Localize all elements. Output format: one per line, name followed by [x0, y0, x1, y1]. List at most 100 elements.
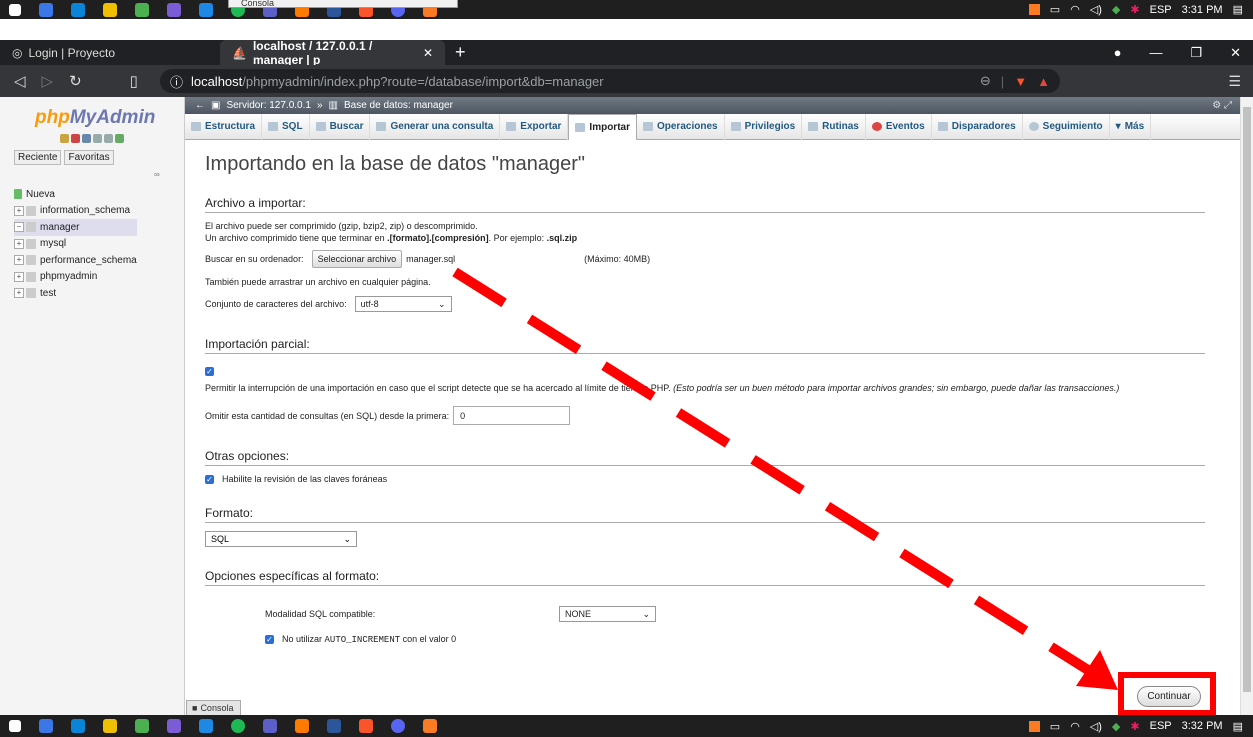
notification-icon[interactable]: ▤ — [1233, 720, 1243, 733]
docs-icon[interactable] — [93, 134, 102, 143]
vscode-icon[interactable] — [199, 2, 213, 17]
tab-more[interactable]: ▾ Más — [1110, 113, 1152, 140]
xampp-tray-icon[interactable] — [1028, 4, 1040, 15]
favorites-tab[interactable]: Favoritas — [64, 150, 114, 165]
volume-icon[interactable]: ◁) — [1090, 3, 1102, 16]
fk-label[interactable]: Habilite la revisión de las claves forán… — [222, 474, 387, 484]
tree-item-db[interactable]: + phpmyadmin — [14, 269, 137, 286]
maps-icon[interactable] — [135, 2, 149, 17]
sublime-icon[interactable] — [295, 719, 309, 733]
app-tray-icon[interactable]: ✱ — [1130, 720, 1139, 733]
tab-routines[interactable]: Rutinas — [802, 113, 866, 140]
url-field[interactable]: ⓘ localhost/phpmyadmin/index.php?route=/… — [159, 69, 1060, 93]
tab-privileges[interactable]: Privilegios — [725, 113, 803, 140]
autoinc-checkbox[interactable]: ✓ — [265, 635, 274, 644]
discord-icon[interactable] — [391, 719, 405, 733]
photos-icon[interactable] — [167, 2, 181, 17]
tree-item-db[interactable]: + information_schema — [14, 203, 137, 220]
wifi-icon[interactable]: ◠ — [1070, 720, 1080, 733]
expand-icon[interactable]: + — [14, 255, 24, 266]
language-indicator[interactable]: ESP — [1150, 4, 1172, 16]
tab-export[interactable]: Exportar — [500, 113, 569, 140]
bookmark-icon[interactable]: ▯ — [130, 72, 138, 90]
search-icon[interactable] — [39, 719, 53, 733]
forward-icon[interactable]: ▷ — [42, 72, 54, 90]
shield-tray-icon[interactable]: ◆ — [1112, 720, 1120, 733]
windows-icon[interactable] — [9, 720, 21, 732]
language-indicator[interactable]: ESP — [1150, 720, 1172, 732]
fk-checkbox[interactable]: ✓ — [205, 474, 214, 484]
windows-icon[interactable] — [9, 3, 21, 16]
zoom-icon[interactable]: ⊖ — [980, 73, 991, 89]
expand-icon[interactable]: + — [14, 271, 24, 282]
choose-file-button[interactable]: Seleccionar archivo — [311, 250, 403, 268]
spotify-icon[interactable] — [231, 719, 245, 733]
photos-icon[interactable] — [167, 719, 181, 733]
app-tray-icon[interactable]: ✱ — [1130, 3, 1139, 16]
profile-icon[interactable]: ● — [1114, 45, 1122, 60]
wifi-icon[interactable]: ◠ — [1070, 3, 1080, 16]
expand-icon[interactable]: + — [14, 205, 24, 216]
tab-events[interactable]: Eventos — [866, 113, 932, 140]
notes-icon[interactable] — [103, 719, 117, 733]
browser-tab-phpmyadmin[interactable]: ⛵ localhost / 127.0.0.1 / manager | p ✕ — [220, 39, 445, 67]
console-tab[interactable]: ■ Consola — [186, 700, 241, 715]
close-window-button[interactable]: ✕ — [1230, 45, 1241, 61]
xampp-tray-icon[interactable] — [1028, 720, 1040, 732]
tree-item-db[interactable]: + performance_schema — [14, 252, 137, 269]
tree-item-db[interactable]: + mysql — [14, 236, 137, 253]
browser-menu-icon[interactable]: ☰ — [1228, 73, 1241, 90]
breadcrumb-settings-icon[interactable]: ⚙ ⤢ — [1212, 100, 1232, 111]
clock[interactable]: 3:32 PM — [1182, 720, 1223, 732]
brave-shield-icon[interactable]: ▼ — [1014, 74, 1027, 89]
console-tab-top[interactable]: Consola — [228, 0, 458, 8]
recent-tab[interactable]: Reciente — [14, 150, 62, 165]
new-tab-button[interactable]: + — [455, 40, 466, 65]
breadcrumb-db[interactable]: Base de datos: manager — [344, 100, 453, 111]
autoinc-label[interactable]: No utilizar AUTO_INCREMENT con el valor … — [282, 634, 456, 645]
notification-icon[interactable]: ▤ — [1233, 3, 1243, 16]
collapse-icon[interactable]: − — [14, 222, 24, 233]
tab-query[interactable]: Generar una consulta — [370, 113, 501, 140]
expand-icon[interactable]: + — [14, 238, 24, 249]
maps-icon[interactable] — [135, 719, 149, 733]
vscode-icon[interactable] — [199, 719, 213, 733]
mail-icon[interactable] — [71, 719, 85, 733]
breadcrumb-server[interactable]: Servidor: 127.0.0.1 — [226, 100, 311, 111]
teams-icon[interactable] — [263, 719, 277, 733]
tree-item-db-selected[interactable]: − manager — [14, 219, 137, 236]
tree-item-db[interactable]: + test — [14, 285, 137, 302]
collapse-nav-icon[interactable]: ← — [195, 100, 205, 111]
tab-structure[interactable]: Estructura — [185, 113, 263, 140]
skip-queries-input[interactable]: 0 — [453, 406, 571, 425]
shield-tray-icon[interactable]: ◆ — [1112, 3, 1120, 16]
mail-icon[interactable] — [71, 2, 85, 17]
expand-icon[interactable]: + — [14, 288, 24, 299]
restore-button[interactable]: ❐ — [1190, 45, 1202, 61]
settings-icon[interactable] — [104, 134, 113, 143]
scrollbar-thumb[interactable] — [1243, 107, 1251, 692]
back-icon[interactable]: ◁ — [14, 72, 26, 90]
reload-nav-icon[interactable] — [115, 134, 124, 143]
tab-triggers[interactable]: Disparadores — [932, 113, 1023, 140]
partial-checkbox[interactable]: ✓ — [205, 367, 214, 376]
volume-icon[interactable]: ◁) — [1090, 720, 1102, 733]
close-tab-icon[interactable]: ✕ — [423, 46, 433, 60]
tab-sql[interactable]: SQL — [262, 113, 310, 140]
help-icon[interactable] — [82, 134, 91, 143]
tree-item-new[interactable]: Nueva — [14, 186, 137, 203]
xampp-icon[interactable] — [423, 719, 437, 733]
reload-icon[interactable]: ↻ — [69, 72, 82, 90]
compat-select[interactable]: NONE ⌄ — [559, 606, 656, 622]
tab-import[interactable]: Importar — [568, 113, 637, 140]
site-info-icon[interactable]: ⓘ — [170, 72, 183, 91]
brave-icon[interactable] — [359, 719, 373, 733]
clock[interactable]: 3:31 PM — [1182, 4, 1223, 16]
word-icon[interactable] — [327, 719, 341, 733]
search-icon[interactable] — [39, 2, 53, 17]
tab-search[interactable]: Buscar — [310, 113, 371, 140]
notes-icon[interactable] — [103, 2, 117, 17]
browser-tab-login[interactable]: ◎ Login | Proyecto — [0, 40, 220, 65]
logout-icon[interactable] — [71, 134, 80, 143]
charset-select[interactable]: utf-8 ⌄ — [354, 296, 452, 312]
